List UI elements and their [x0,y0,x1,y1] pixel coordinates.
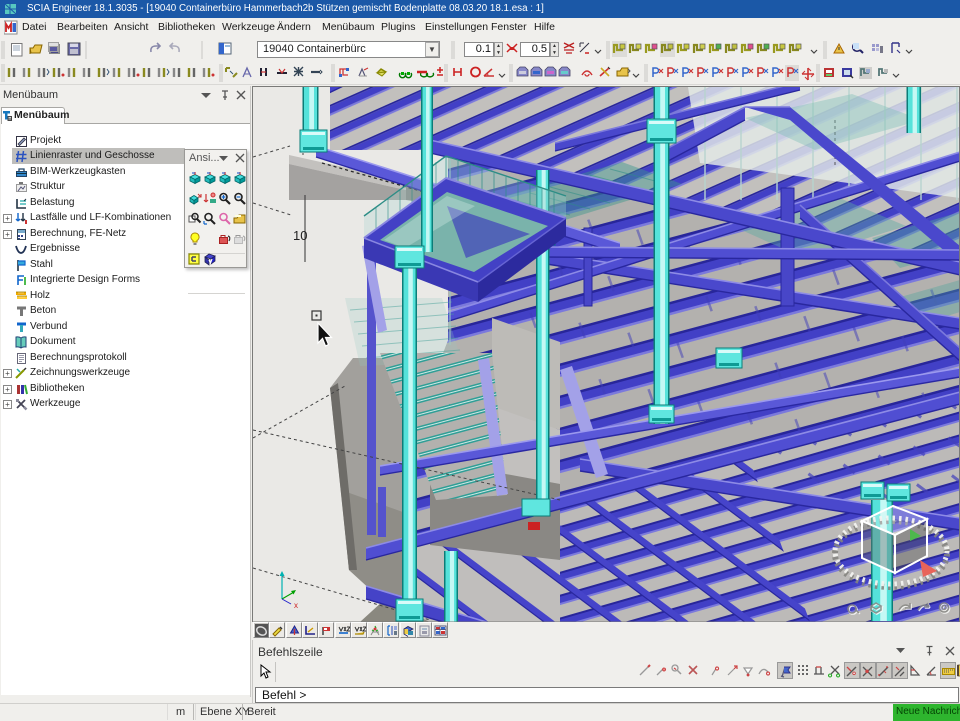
svg-text:x: x [294,601,298,610]
svg-text:10: 10 [293,228,307,243]
